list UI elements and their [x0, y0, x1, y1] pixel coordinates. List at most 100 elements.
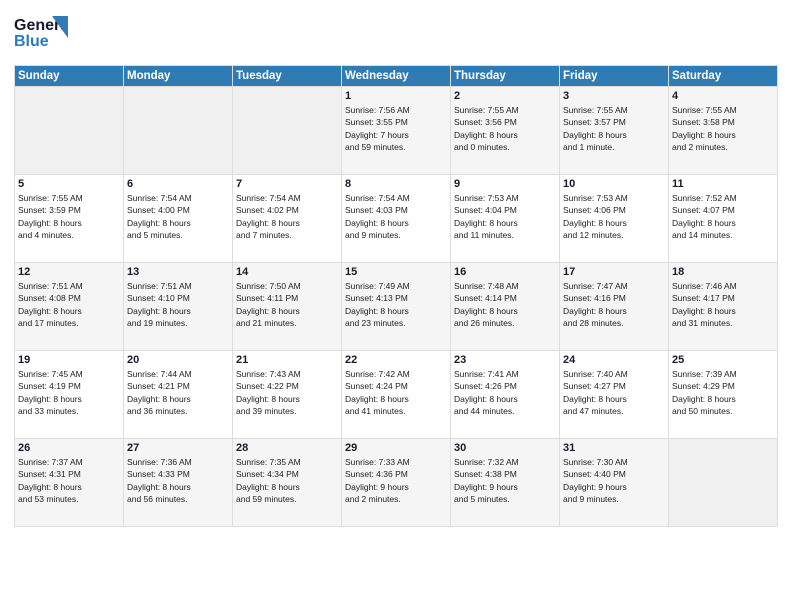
day-header-sunday: Sunday — [15, 66, 124, 87]
calendar-cell: 31 Sunrise: 7:30 AM Sunset: 4:40 PM Dayli… — [560, 439, 669, 527]
day-header-monday: Monday — [124, 66, 233, 87]
calendar-cell: 8 Sunrise: 7:54 AM Sunset: 4:03 PM Daylig… — [342, 175, 451, 263]
calendar-cell: 26 Sunrise: 7:37 AM Sunset: 4:31 PM Dayli… — [15, 439, 124, 527]
calendar-cell — [669, 439, 778, 527]
day-number: 30 — [454, 442, 556, 454]
day-header-thursday: Thursday — [451, 66, 560, 87]
logo-icon: General Blue — [14, 10, 68, 59]
calendar-cell: 16Sunrise: 7:48 AM Sunset: 4:14 PM Dayli… — [451, 263, 560, 351]
day-info: Sunrise: 7:30 AM Sunset: 4:40 PM Dayligh… — [563, 456, 665, 505]
calendar-table: SundayMondayTuesdayWednesdayThursdayFrid… — [14, 65, 778, 527]
day-number: 31 — [563, 442, 665, 454]
day-number: 22 — [345, 354, 447, 366]
calendar-cell: 1Sunrise: 7:56 AM Sunset: 3:55 PM Daylig… — [342, 87, 451, 175]
day-number: 26 — [18, 442, 120, 454]
calendar-cell: 9 Sunrise: 7:53 AM Sunset: 4:04 PM Daylig… — [451, 175, 560, 263]
day-number: 15 — [345, 266, 447, 278]
calendar-cell: 19 Sunrise: 7:45 AM Sunset: 4:19 PM Dayli… — [15, 351, 124, 439]
day-info: Sunrise: 7:37 AM Sunset: 4:31 PM Dayligh… — [18, 456, 120, 505]
calendar-cell — [233, 87, 342, 175]
calendar-week-row: 1Sunrise: 7:56 AM Sunset: 3:55 PM Daylig… — [15, 87, 778, 175]
day-info: Sunrise: 7:53 AM Sunset: 4:04 PM Dayligh… — [454, 192, 556, 241]
calendar-cell: 13 Sunrise: 7:51 AM Sunset: 4:10 PM Dayli… — [124, 263, 233, 351]
day-number: 23 — [454, 354, 556, 366]
day-info: Sunrise: 7:46 AM Sunset: 4:17 PM Dayligh… — [672, 280, 774, 329]
day-info: Sunrise: 7:48 AM Sunset: 4:14 PM Dayligh… — [454, 280, 556, 329]
calendar-cell: 20 Sunrise: 7:44 AM Sunset: 4:21 PM Dayli… — [124, 351, 233, 439]
day-number: 2 — [454, 90, 556, 102]
calendar-cell: 30 Sunrise: 7:32 AM Sunset: 4:38 PM Dayli… — [451, 439, 560, 527]
calendar-cell: 23 Sunrise: 7:41 AM Sunset: 4:26 PM Dayli… — [451, 351, 560, 439]
day-number: 4 — [672, 90, 774, 102]
calendar-cell: 6 Sunrise: 7:54 AM Sunset: 4:00 PM Daylig… — [124, 175, 233, 263]
day-number: 5 — [18, 178, 120, 190]
day-number: 25 — [672, 354, 774, 366]
day-header-friday: Friday — [560, 66, 669, 87]
calendar-header-row: SundayMondayTuesdayWednesdayThursdayFrid… — [15, 66, 778, 87]
day-number: 6 — [127, 178, 229, 190]
calendar-cell: 5 Sunrise: 7:55 AM Sunset: 3:59 PM Daylig… — [15, 175, 124, 263]
day-info: Sunrise: 7:52 AM Sunset: 4:07 PM Dayligh… — [672, 192, 774, 241]
calendar-cell: 18 Sunrise: 7:46 AM Sunset: 4:17 PM Dayli… — [669, 263, 778, 351]
day-info: Sunrise: 7:40 AM Sunset: 4:27 PM Dayligh… — [563, 368, 665, 417]
calendar-cell: 4 Sunrise: 7:55 AM Sunset: 3:58 PM Daylig… — [669, 87, 778, 175]
day-info: Sunrise: 7:43 AM Sunset: 4:22 PM Dayligh… — [236, 368, 338, 417]
day-info: Sunrise: 7:53 AM Sunset: 4:06 PM Dayligh… — [563, 192, 665, 241]
day-number: 8 — [345, 178, 447, 190]
day-number: 13 — [127, 266, 229, 278]
day-info: Sunrise: 7:54 AM Sunset: 4:00 PM Dayligh… — [127, 192, 229, 241]
calendar-cell — [124, 87, 233, 175]
day-info: Sunrise: 7:55 AM Sunset: 3:58 PM Dayligh… — [672, 104, 774, 153]
day-info: Sunrise: 7:54 AM Sunset: 4:03 PM Dayligh… — [345, 192, 447, 241]
day-info: Sunrise: 7:51 AM Sunset: 4:08 PM Dayligh… — [18, 280, 120, 329]
day-header-tuesday: Tuesday — [233, 66, 342, 87]
day-number: 9 — [454, 178, 556, 190]
calendar-week-row: 19 Sunrise: 7:45 AM Sunset: 4:19 PM Dayli… — [15, 351, 778, 439]
day-number: 18 — [672, 266, 774, 278]
day-number: 29 — [345, 442, 447, 454]
day-number: 20 — [127, 354, 229, 366]
day-number: 19 — [18, 354, 120, 366]
day-number: 28 — [236, 442, 338, 454]
calendar-week-row: 12 Sunrise: 7:51 AM Sunset: 4:08 PM Dayli… — [15, 263, 778, 351]
calendar-cell: 17Sunrise: 7:47 AM Sunset: 4:16 PM Dayli… — [560, 263, 669, 351]
calendar-cell: 7 Sunrise: 7:54 AM Sunset: 4:02 PM Daylig… — [233, 175, 342, 263]
day-info: Sunrise: 7:44 AM Sunset: 4:21 PM Dayligh… — [127, 368, 229, 417]
day-header-wednesday: Wednesday — [342, 66, 451, 87]
day-info: Sunrise: 7:36 AM Sunset: 4:33 PM Dayligh… — [127, 456, 229, 505]
calendar-cell: 21 Sunrise: 7:43 AM Sunset: 4:22 PM Dayli… — [233, 351, 342, 439]
day-number: 1 — [345, 90, 447, 102]
day-info: Sunrise: 7:42 AM Sunset: 4:24 PM Dayligh… — [345, 368, 447, 417]
calendar-cell: 15 Sunrise: 7:49 AM Sunset: 4:13 PM Dayli… — [342, 263, 451, 351]
day-info: Sunrise: 7:45 AM Sunset: 4:19 PM Dayligh… — [18, 368, 120, 417]
calendar-cell: 25Sunrise: 7:39 AM Sunset: 4:29 PM Dayli… — [669, 351, 778, 439]
page: General Blue SundayMondayTuesdayWednesda… — [0, 0, 792, 612]
logo: General Blue — [14, 10, 68, 59]
header: General Blue — [14, 10, 778, 59]
day-number: 21 — [236, 354, 338, 366]
svg-text:Blue: Blue — [14, 33, 49, 50]
day-number: 24 — [563, 354, 665, 366]
day-number: 17 — [563, 266, 665, 278]
day-info: Sunrise: 7:32 AM Sunset: 4:38 PM Dayligh… — [454, 456, 556, 505]
day-info: Sunrise: 7:41 AM Sunset: 4:26 PM Dayligh… — [454, 368, 556, 417]
calendar-cell: 28Sunrise: 7:35 AM Sunset: 4:34 PM Dayli… — [233, 439, 342, 527]
calendar-week-row: 5 Sunrise: 7:55 AM Sunset: 3:59 PM Daylig… — [15, 175, 778, 263]
calendar-cell: 22 Sunrise: 7:42 AM Sunset: 4:24 PM Dayli… — [342, 351, 451, 439]
day-info: Sunrise: 7:55 AM Sunset: 3:57 PM Dayligh… — [563, 104, 665, 153]
day-number: 7 — [236, 178, 338, 190]
calendar-cell: 11Sunrise: 7:52 AM Sunset: 4:07 PM Dayli… — [669, 175, 778, 263]
day-number: 12 — [18, 266, 120, 278]
day-info: Sunrise: 7:54 AM Sunset: 4:02 PM Dayligh… — [236, 192, 338, 241]
calendar-cell: 14Sunrise: 7:50 AM Sunset: 4:11 PM Dayli… — [233, 263, 342, 351]
day-info: Sunrise: 7:55 AM Sunset: 3:59 PM Dayligh… — [18, 192, 120, 241]
calendar-cell: 27Sunrise: 7:36 AM Sunset: 4:33 PM Dayli… — [124, 439, 233, 527]
calendar-cell: 2Sunrise: 7:55 AM Sunset: 3:56 PM Daylig… — [451, 87, 560, 175]
day-number: 10 — [563, 178, 665, 190]
day-number: 14 — [236, 266, 338, 278]
calendar-cell — [15, 87, 124, 175]
calendar-cell: 3Sunrise: 7:55 AM Sunset: 3:57 PM Daylig… — [560, 87, 669, 175]
day-info: Sunrise: 7:51 AM Sunset: 4:10 PM Dayligh… — [127, 280, 229, 329]
calendar-cell: 29Sunrise: 7:33 AM Sunset: 4:36 PM Dayli… — [342, 439, 451, 527]
day-info: Sunrise: 7:49 AM Sunset: 4:13 PM Dayligh… — [345, 280, 447, 329]
